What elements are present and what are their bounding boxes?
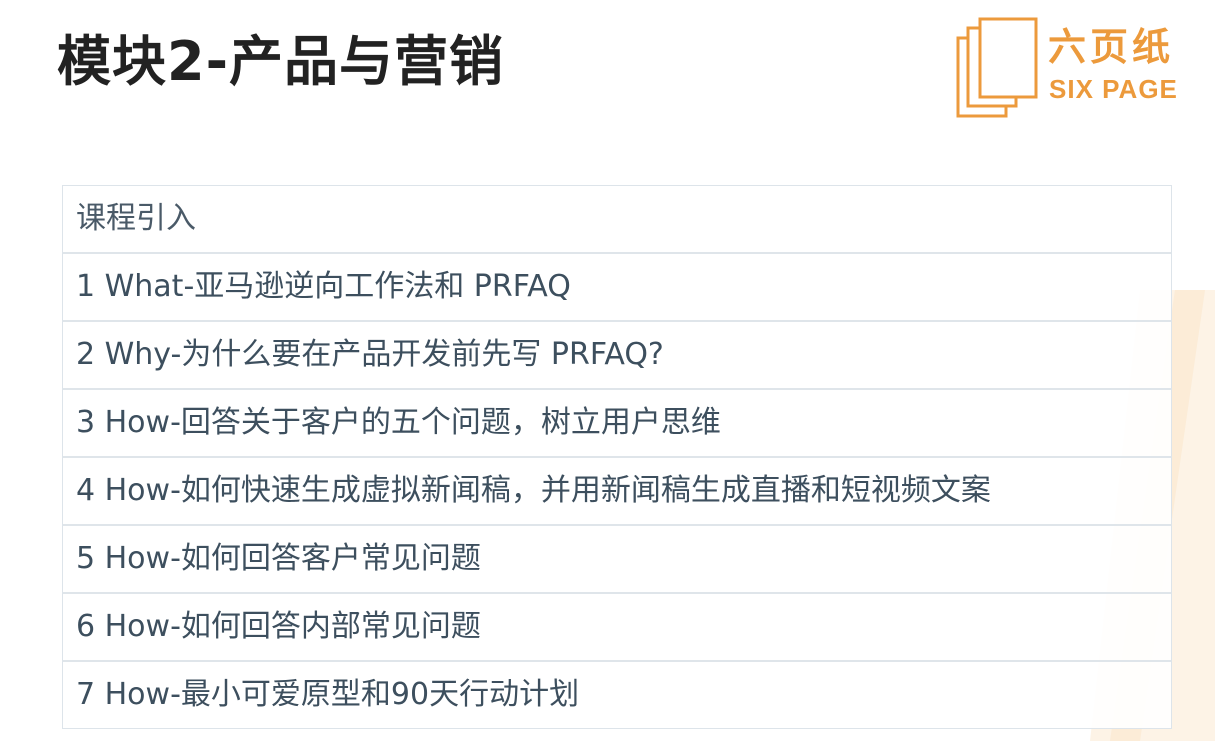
toc-row-6[interactable]: 6 How-如何回答内部常见问题	[63, 594, 1171, 662]
course-outline-table: 课程引入 1 What-亚马逊逆向工作法和 PRFAQ 2 Why-为什么要在产…	[62, 185, 1172, 729]
toc-row-1[interactable]: 1 What-亚马逊逆向工作法和 PRFAQ	[63, 254, 1171, 322]
toc-row-label: 7 How-最小可爱原型和90天行动计划	[76, 677, 580, 712]
page-title: 模块2-产品与营销	[57, 30, 504, 93]
logo-text-en: SIX PAGE	[1049, 74, 1178, 104]
toc-row-intro[interactable]: 课程引入	[63, 186, 1171, 254]
toc-row-label: 5 How-如何回答客户常见问题	[76, 541, 481, 576]
toc-row-label: 6 How-如何回答内部常见问题	[76, 609, 481, 644]
toc-row-label: 2 Why-为什么要在产品开发前先写 PRFAQ?	[76, 337, 664, 372]
toc-row-label: 课程引入	[76, 201, 196, 236]
logo-text-cn: 六页纸	[1048, 25, 1175, 69]
toc-row-label: 1 What-亚马逊逆向工作法和 PRFAQ	[76, 269, 571, 304]
toc-row-7[interactable]: 7 How-最小可爱原型和90天行动计划	[63, 662, 1171, 728]
logo: 六页纸 SIX PAGE	[955, 16, 1195, 122]
toc-row-label: 4 How-如何快速生成虚拟新闻稿，并用新闻稿生成直播和短视频文案	[76, 473, 991, 508]
toc-row-label: 3 How-回答关于客户的五个问题，树立用户思维	[76, 405, 721, 440]
pages-logo-icon	[956, 17, 1038, 118]
toc-row-5[interactable]: 5 How-如何回答客户常见问题	[63, 526, 1171, 594]
toc-row-4[interactable]: 4 How-如何快速生成虚拟新闻稿，并用新闻稿生成直播和短视频文案	[63, 458, 1171, 526]
toc-row-2[interactable]: 2 Why-为什么要在产品开发前先写 PRFAQ?	[63, 322, 1171, 390]
toc-row-3[interactable]: 3 How-回答关于客户的五个问题，树立用户思维	[63, 390, 1171, 458]
